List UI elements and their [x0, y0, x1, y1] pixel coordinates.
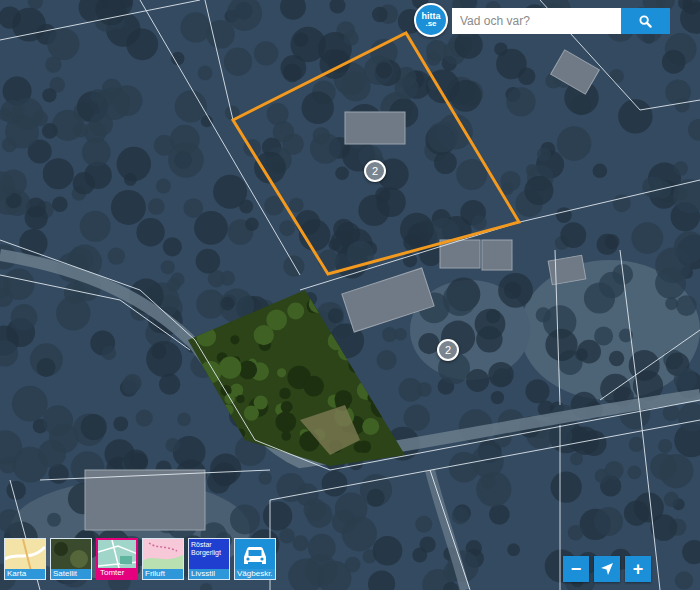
zoom-in-button[interactable]: +: [625, 556, 651, 582]
search-box: [452, 8, 670, 34]
location-arrow-icon: [600, 562, 614, 576]
layer-thumbnail: Röstar Borgerligt: [189, 539, 229, 569]
layer-switcher: Karta Satellit Tomter Friluft Röstar Borgerl…: [4, 538, 276, 580]
layer-thumbnail: [51, 539, 91, 569]
layer-label: Livsstil: [189, 569, 229, 579]
logo-suffix: .se: [425, 20, 436, 28]
layer-thumbnail: [235, 539, 275, 569]
layer-button[interactable]: Friluft: [142, 538, 184, 580]
route-thumb-icon: [235, 539, 275, 569]
layer-label: Satellit: [51, 569, 91, 579]
logo-name: hitta: [422, 12, 441, 21]
layer-label: Karta: [5, 569, 45, 579]
layer-button[interactable]: Karta: [4, 538, 46, 580]
search-input[interactable]: [452, 8, 621, 34]
layer-label: Tomter: [98, 568, 136, 578]
layer-button[interactable]: Röstar Borgerligt Livsstil: [188, 538, 230, 580]
hitta-logo[interactable]: hitta.se: [414, 3, 448, 37]
layer-button[interactable]: Satellit: [50, 538, 92, 580]
satellite-map[interactable]: [0, 0, 700, 590]
map-app: 2 2 hitta.se Karta Satellit Tomter Friluft Röst…: [0, 0, 700, 590]
map-marker[interactable]: 2: [437, 339, 459, 361]
layer-button[interactable]: Tomter: [96, 538, 138, 580]
layer-thumbnail: [5, 539, 45, 569]
top-bar: hitta.se: [414, 3, 670, 37]
layer-thumbnail: [143, 539, 183, 569]
karta-thumb-icon: [5, 539, 45, 569]
layer-button[interactable]: Vägbeskr.: [234, 538, 276, 580]
tomter-thumb-icon: [98, 540, 136, 568]
zoom-out-button[interactable]: −: [563, 556, 589, 582]
layer-thumb-text: Röstar Borgerligt: [189, 539, 229, 559]
satellit-thumb-icon: [51, 539, 91, 569]
friluft-thumb-icon: [143, 539, 183, 569]
magnifier-icon: [639, 15, 652, 28]
layer-thumbnail: [98, 540, 136, 568]
search-button[interactable]: [621, 8, 670, 34]
map-marker[interactable]: 2: [364, 160, 386, 182]
layer-label: Friluft: [143, 569, 183, 579]
locate-button[interactable]: [594, 556, 620, 582]
map-controls: −+: [563, 556, 651, 582]
layer-label: Vägbeskr.: [235, 569, 275, 579]
